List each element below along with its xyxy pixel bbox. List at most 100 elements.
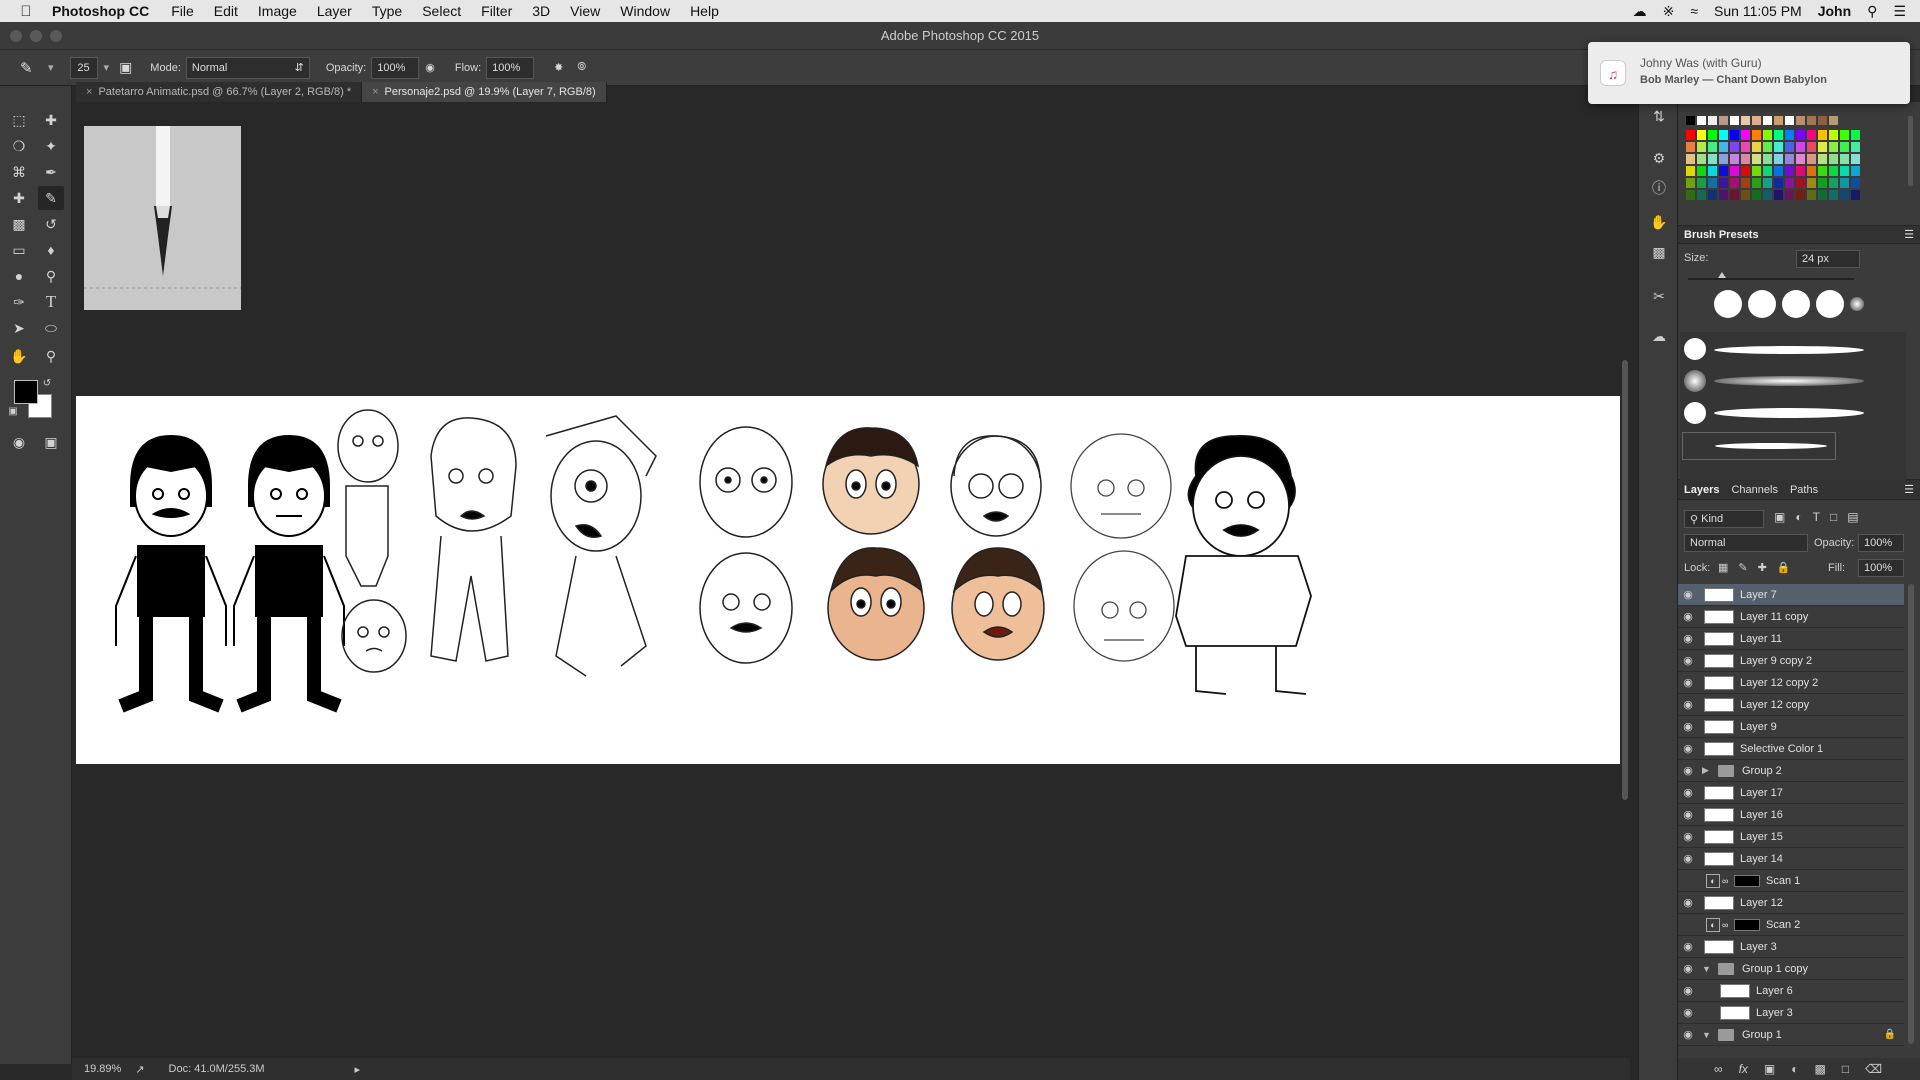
visibility-eye-icon[interactable]: ◉ [1678,1006,1698,1019]
tab-layers[interactable]: Layers [1684,484,1719,496]
layer-style-icon[interactable]: fx [1739,1062,1748,1076]
new-group-icon[interactable]: ▩ [1815,1062,1826,1076]
color-swatch[interactable] [1719,154,1728,164]
color-swatch[interactable] [1752,154,1761,164]
layer-row[interactable]: ◉ ▼ Group 1 copy [1678,958,1904,980]
mode-select[interactable]: Normal ⇵ [185,56,310,79]
color-swatch[interactable] [1807,190,1816,200]
crop-tool-icon[interactable]: ⌘ [6,160,32,184]
color-swatch[interactable] [1796,178,1805,188]
delete-layer-icon[interactable]: ⌫ [1865,1062,1882,1076]
color-swatch[interactable] [1796,190,1805,200]
info-panel-icon[interactable]: ⓘ [1649,178,1669,198]
move-tool-icon[interactable]: ✚ [38,108,64,132]
color-swatch[interactable] [1730,130,1739,140]
brush-preset-soft[interactable] [1684,370,1706,392]
color-swatch[interactable] [1785,154,1794,164]
color-swatch[interactable] [1730,142,1739,152]
color-swatch[interactable] [1741,178,1750,188]
spotlight-icon[interactable]: ⚲ [1867,3,1877,20]
brush-tip-round[interactable] [1816,290,1844,318]
color-swatch[interactable] [1818,142,1827,152]
color-swatch[interactable] [1763,154,1772,164]
color-swatch[interactable] [1697,178,1706,188]
layer-row[interactable]: ◉ Layer 12 copy [1678,694,1904,716]
brush-presets-title[interactable]: Brush Presets [1684,229,1759,241]
blur-tool-icon[interactable]: ● [6,264,32,288]
color-swatch[interactable] [1686,142,1695,152]
foreground-color-swatch[interactable] [14,380,38,404]
color-swatch[interactable] [1774,130,1783,140]
minimize-window-button[interactable] [30,30,42,42]
color-swatch[interactable] [1763,166,1772,176]
clone-source-panel-icon[interactable]: ▩ [1649,244,1669,264]
brush-tool-icon[interactable]: ✎ [38,186,64,210]
menu-file[interactable]: File [171,3,194,19]
color-swatch[interactable] [1829,130,1838,140]
size-slider[interactable] [1688,278,1854,280]
filter-kind-select[interactable]: ⚲ Kind [1684,510,1764,528]
screen-mode-icon[interactable]: ▣ [38,430,64,454]
brush-preset-hard[interactable] [1684,402,1706,424]
color-swatch[interactable] [1818,130,1827,140]
layer-row[interactable]: ◉ Layer 12 [1678,892,1904,914]
color-swatch[interactable] [1730,116,1739,125]
color-swatch[interactable] [1763,142,1772,152]
color-swatch[interactable] [1686,190,1695,200]
brush-preset-hard[interactable] [1684,338,1706,360]
color-swatch[interactable] [1807,166,1816,176]
visibility-eye-icon[interactable]: ◉ [1678,940,1698,953]
visibility-eye-icon[interactable]: ◉ [1678,896,1698,909]
color-swatch[interactable] [1807,116,1816,125]
paint-bucket-tool-icon[interactable]: ♦ [38,238,64,262]
layer-mask-thumbnail[interactable] [1734,918,1760,931]
lock-all-icon[interactable]: 🔒 [1777,561,1791,574]
color-swatch[interactable] [1719,142,1728,152]
color-swatch[interactable] [1752,116,1761,125]
tab-paths[interactable]: Paths [1790,484,1818,496]
filter-smart-object-icon[interactable]: ▤ [1847,510,1858,524]
menu-filter[interactable]: Filter [481,3,512,19]
quick-mask-icon[interactable]: ◉ [6,430,32,454]
color-swatch[interactable] [1851,166,1860,176]
swap-colors-icon[interactable]: ↺ [40,376,54,390]
menu-view[interactable]: View [570,3,600,19]
color-swatch[interactable] [1840,130,1849,140]
color-swatch[interactable] [1851,178,1860,188]
color-swatch[interactable] [1818,116,1827,125]
mask-link-icon[interactable]: ∞ [1722,876,1732,886]
layer-row[interactable]: ◉ ▼ Group 1 🔒 [1678,1024,1904,1046]
color-swatch[interactable] [1708,190,1717,200]
brush-stroke-preview[interactable] [1714,346,1864,354]
lasso-tool-icon[interactable]: ❍ [6,134,32,158]
visibility-eye-icon[interactable]: ◉ [1678,808,1698,821]
filter-type-icon[interactable]: T [1813,510,1820,524]
tab-channels[interactable]: Channels [1731,484,1777,496]
color-swatch[interactable] [1785,116,1794,125]
healing-brush-tool-icon[interactable]: ✚ [6,186,32,210]
color-swatch[interactable] [1774,166,1783,176]
visibility-eye-icon[interactable]: ◉ [1678,830,1698,843]
zoom-level[interactable]: 19.89% [84,1063,121,1075]
color-swatch[interactable] [1818,190,1827,200]
color-swatch[interactable] [1730,154,1739,164]
color-swatch[interactable] [1785,130,1794,140]
layer-opacity-field[interactable]: 100% [1858,534,1904,552]
visibility-eye-icon[interactable]: ◉ [1678,676,1698,689]
color-swatch[interactable] [1796,130,1805,140]
color-swatch[interactable] [1752,130,1761,140]
magic-wand-tool-icon[interactable]: ✦ [38,134,64,158]
visibility-eye-icon[interactable]: ◉ [1678,786,1698,799]
color-swatch[interactable] [1708,178,1717,188]
layer-mask-thumbnail[interactable] [1734,874,1760,887]
brush-stroke-preview[interactable] [1714,408,1864,418]
color-swatch[interactable] [1807,142,1816,152]
layer-row[interactable]: ◐ ∞ Scan 1 [1678,870,1904,892]
color-swatch[interactable] [1851,154,1860,164]
document-canvas[interactable] [76,396,1620,764]
size-slider-handle[interactable] [1718,272,1726,278]
color-swatch[interactable] [1730,190,1739,200]
visibility-eye-icon[interactable]: ◉ [1678,588,1698,601]
layer-row[interactable]: ◉ Layer 17 [1678,782,1904,804]
color-swatch[interactable] [1752,166,1761,176]
